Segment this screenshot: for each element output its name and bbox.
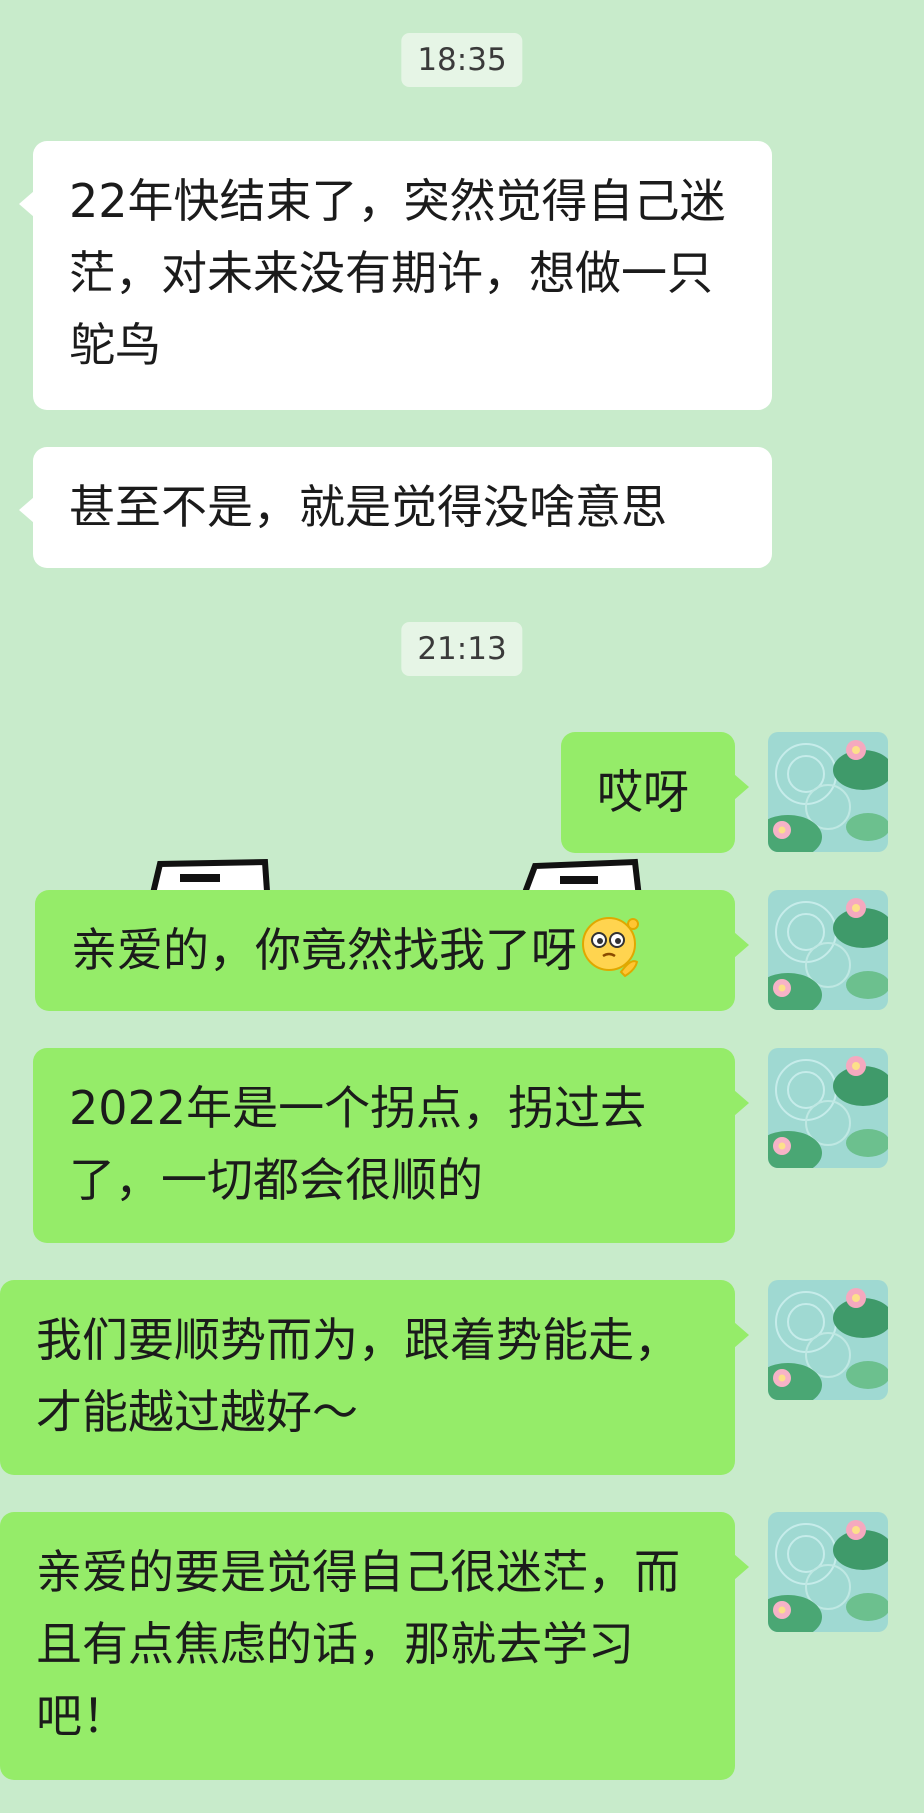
message-text: 亲爱的要是觉得自己很迷茫，而且有点焦虑的话，那就去学习吧！: [36, 1545, 680, 1743]
avatar[interactable]: [768, 890, 888, 1010]
message-bubble-outgoing[interactable]: 我们要顺势而为，跟着势能走，才能越过越好～: [0, 1280, 749, 1475]
message-bubble-outgoing[interactable]: 哎呀: [561, 732, 749, 853]
message-text: 22年快结束了，突然觉得自己迷茫，对未来没有期许，想做一只鸵鸟: [69, 174, 726, 372]
avatar[interactable]: [768, 1048, 888, 1168]
message-text: 哎呀: [597, 765, 689, 819]
timestamp: 21:13: [401, 622, 523, 676]
lotus-pond-avatar-icon: [768, 890, 888, 1010]
avatar[interactable]: [768, 1512, 888, 1632]
lotus-pond-avatar-icon: [768, 1048, 888, 1168]
message-bubble-outgoing[interactable]: 2022年是一个拐点，拐过去了，一切都会很顺的: [33, 1048, 749, 1243]
lotus-pond-avatar-icon: [768, 1512, 888, 1632]
thinking-face-icon: [577, 914, 641, 978]
message-text: 甚至不是，就是觉得没啥意思: [69, 480, 667, 534]
message-bubble-outgoing[interactable]: 亲爱的要是觉得自己很迷茫，而且有点焦虑的话，那就去学习吧！: [0, 1512, 749, 1780]
message-bubble-outgoing[interactable]: 亲爱的，你竟然找我了呀: [35, 890, 749, 1011]
lotus-pond-avatar-icon: [768, 1280, 888, 1400]
message-bubble-incoming[interactable]: 22年快结束了，突然觉得自己迷茫，对未来没有期许，想做一只鸵鸟: [19, 141, 772, 410]
message-bubble-incoming[interactable]: 甚至不是，就是觉得没啥意思: [19, 447, 772, 568]
message-text: 我们要顺势而为，跟着势能走，才能越过越好～: [36, 1313, 680, 1439]
avatar[interactable]: [768, 732, 888, 852]
message-text: 亲爱的，你竟然找我了呀: [71, 923, 577, 977]
timestamp: 18:35: [401, 33, 523, 87]
lotus-pond-avatar-icon: [768, 732, 888, 852]
message-text: 2022年是一个拐点，拐过去了，一切都会很顺的: [69, 1081, 647, 1207]
avatar[interactable]: [768, 1280, 888, 1400]
